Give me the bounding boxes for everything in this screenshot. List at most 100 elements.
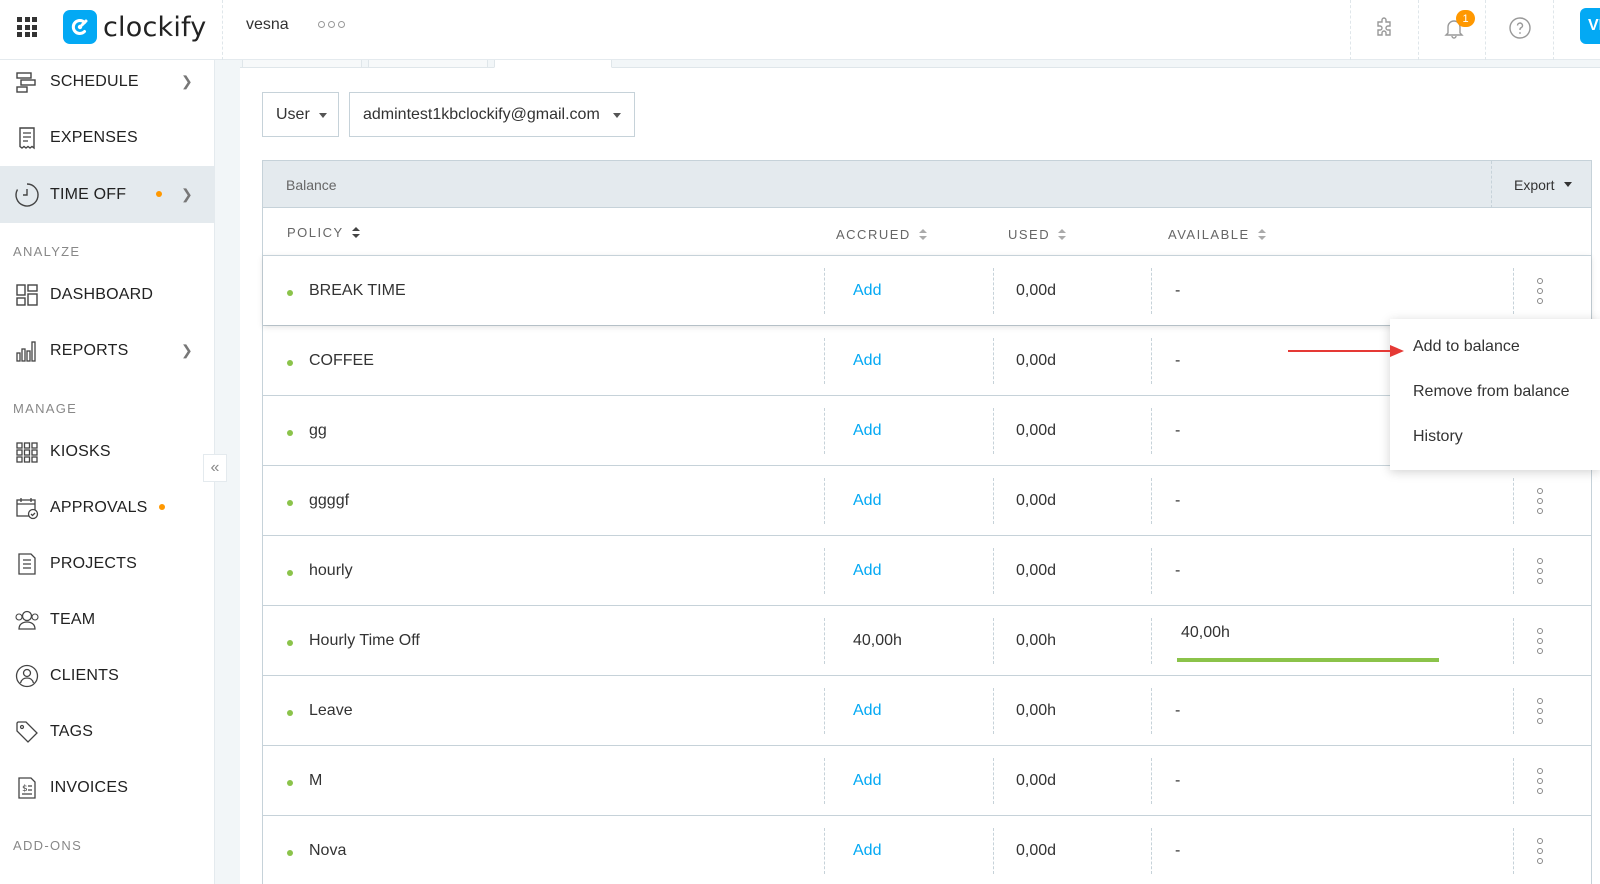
- divider: [1513, 618, 1514, 664]
- sidebar-item-clients[interactable]: CLIENTS: [0, 647, 215, 704]
- divider: [1151, 268, 1152, 314]
- column-label: AVAILABLE: [1168, 227, 1250, 242]
- sidebar: SCHEDULE ❯ EXPENSES TIME OFF ❯ ANALYZE D…: [0, 60, 215, 884]
- sidebar-item-projects[interactable]: PROJECTS: [0, 535, 215, 592]
- document-icon: [14, 551, 40, 577]
- used-value: 0,00h: [1016, 702, 1057, 719]
- policy-name: Leave: [309, 702, 353, 719]
- used-value: 0,00d: [1016, 352, 1057, 369]
- sidebar-item-label: REPORTS: [50, 341, 129, 359]
- tag-icon: [14, 719, 40, 745]
- divider: [993, 688, 994, 734]
- bar-chart-icon: [14, 338, 40, 364]
- divider: [1151, 828, 1152, 874]
- policy-name: Hourly Time Off: [309, 632, 420, 649]
- filter-type-value: User: [276, 105, 310, 123]
- annotation-arrow: [1288, 345, 1404, 357]
- add-accrued-link[interactable]: Add: [853, 842, 881, 860]
- sidebar-item-kiosks[interactable]: KIOSKS: [0, 423, 215, 480]
- divider: [1513, 828, 1514, 874]
- divider: [1418, 0, 1419, 60]
- add-accrued-link[interactable]: Add: [853, 422, 881, 440]
- sidebar-item-team[interactable]: TEAM: [0, 591, 215, 648]
- menu-item-remove-from-balance[interactable]: Remove from balance: [1413, 383, 1570, 401]
- more-vertical-icon[interactable]: [1537, 278, 1543, 304]
- available-value: -: [1175, 772, 1181, 789]
- apps-grid-icon[interactable]: [17, 17, 37, 37]
- divider: [993, 408, 994, 454]
- caret-down-icon: [1564, 182, 1572, 187]
- available-value: 40,00h: [1181, 624, 1230, 641]
- more-vertical-icon[interactable]: [1537, 768, 1543, 794]
- column-header-used[interactable]: USED: [1008, 227, 1067, 242]
- divider: [1513, 478, 1514, 524]
- column-header-available[interactable]: AVAILABLE: [1168, 227, 1266, 242]
- more-vertical-icon[interactable]: [1537, 698, 1543, 724]
- sidebar-item-tags[interactable]: TAGS: [0, 703, 215, 760]
- more-horizontal-icon[interactable]: [318, 21, 345, 28]
- clockify-logo[interactable]: clockify: [63, 10, 206, 44]
- status-dot: [156, 191, 162, 197]
- menu-item-add-to-balance[interactable]: Add to balance: [1413, 338, 1520, 356]
- sidebar-item-time-off[interactable]: TIME OFF ❯: [0, 166, 215, 223]
- filter-type-dropdown[interactable]: User: [262, 92, 339, 137]
- divider: [824, 408, 825, 454]
- filter-user-dropdown[interactable]: admintest1kbclockify@gmail.com: [349, 92, 635, 137]
- section-label-analyze: ANALYZE: [13, 244, 81, 259]
- add-accrued-link[interactable]: Add: [853, 702, 881, 720]
- divider: [222, 0, 223, 60]
- sidebar-item-approvals[interactable]: APPROVALS: [0, 479, 215, 536]
- add-accrued-link[interactable]: Add: [853, 492, 881, 510]
- more-vertical-icon[interactable]: [1537, 628, 1543, 654]
- add-accrued-link[interactable]: Add: [853, 282, 881, 300]
- add-accrued-link[interactable]: Add: [853, 562, 881, 580]
- sidebar-item-label: PROJECTS: [50, 554, 137, 572]
- sidebar-item-invoices[interactable]: $ INVOICES: [0, 759, 215, 816]
- divider: [824, 688, 825, 734]
- add-accrued-link[interactable]: Add: [853, 352, 881, 370]
- more-vertical-icon[interactable]: [1537, 488, 1543, 514]
- sidebar-item-reports[interactable]: REPORTS ❯: [0, 322, 215, 379]
- help-icon[interactable]: [1506, 14, 1534, 42]
- column-header-accrued[interactable]: ACCRUED: [836, 227, 927, 242]
- add-accrued-link[interactable]: Add: [853, 772, 881, 790]
- table-row: Leave Add 0,00h -: [263, 675, 1591, 745]
- table-row: BREAK TIME Add 0,00d -: [263, 255, 1591, 325]
- menu-item-history[interactable]: History: [1413, 428, 1463, 446]
- workspace-name[interactable]: vesna: [246, 16, 289, 34]
- policy-name: M: [309, 772, 323, 789]
- more-vertical-icon[interactable]: [1537, 838, 1543, 864]
- tab[interactable]: [368, 60, 488, 68]
- column-header-policy[interactable]: POLICY: [287, 225, 360, 240]
- tab-active[interactable]: [494, 60, 612, 68]
- table-row: hourly Add 0,00d -: [263, 535, 1591, 605]
- divider: [993, 338, 994, 384]
- used-value: 0,00d: [1016, 842, 1057, 859]
- clockify-logo-icon: [63, 10, 97, 44]
- table-row: ggggf Add 0,00d -: [263, 465, 1591, 535]
- sidebar-item-label: INVOICES: [50, 778, 129, 796]
- puzzle-icon[interactable]: [1371, 14, 1399, 42]
- status-dot: [159, 504, 165, 510]
- sidebar-item-expenses[interactable]: EXPENSES: [0, 109, 215, 166]
- tab[interactable]: [242, 60, 362, 68]
- filter-user-value: admintest1kbclockify@gmail.com: [363, 105, 600, 123]
- row-action-menu: Add to balance Remove from balance Histo…: [1390, 319, 1600, 470]
- export-button[interactable]: Export: [1491, 161, 1593, 208]
- top-bar: clockify vesna 1 VI: [0, 0, 1600, 60]
- more-vertical-icon[interactable]: [1537, 558, 1543, 584]
- divider: [1151, 618, 1152, 664]
- user-avatar[interactable]: VI: [1580, 8, 1600, 44]
- available-value: -: [1175, 562, 1181, 579]
- section-label-addons: ADD-ONS: [13, 838, 83, 853]
- policy-status-dot: [287, 570, 293, 576]
- divider: [824, 548, 825, 594]
- divider: [1151, 688, 1152, 734]
- sidebar-item-schedule[interactable]: SCHEDULE ❯: [0, 53, 215, 110]
- collapse-sidebar-button[interactable]: «: [203, 454, 227, 482]
- divider: [824, 478, 825, 524]
- divider: [1513, 268, 1514, 314]
- available-value: -: [1175, 842, 1181, 859]
- sidebar-item-label: TAGS: [50, 722, 94, 740]
- sidebar-item-dashboard[interactable]: DASHBOARD: [0, 266, 215, 323]
